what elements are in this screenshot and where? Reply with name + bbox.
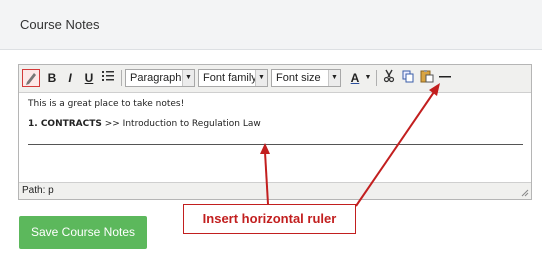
underline-button[interactable]: U — [80, 69, 98, 87]
chevron-down-icon: ▼ — [255, 70, 267, 86]
toolbar-separator — [376, 70, 377, 86]
content-line: This is a great place to take notes! — [28, 99, 185, 109]
paste-icon[interactable] — [418, 69, 436, 87]
status-path: Path: p — [22, 185, 54, 196]
chevron-down-icon: ▼ — [182, 70, 194, 86]
content-line: 1. CONTRACTS >> Introduction to Regulati… — [28, 119, 261, 129]
bullet-list-icon[interactable] — [99, 69, 117, 87]
cut-icon[interactable] — [380, 69, 398, 87]
editor-toolbar: B I U Paragraph ▼ Font family ▼ Font siz… — [19, 65, 531, 93]
font-color-button[interactable]: A — [345, 69, 365, 87]
resize-handle-icon[interactable] — [519, 187, 529, 197]
font-family-select[interactable]: Font family ▼ — [198, 69, 268, 87]
font-color-letter: A — [350, 71, 360, 85]
rich-text-editor: B I U Paragraph ▼ Font family ▼ Font siz… — [18, 64, 532, 200]
chevron-down-icon: ▼ — [328, 70, 340, 86]
panel-title: Course Notes — [20, 17, 100, 32]
format-select-label: Paragraph — [130, 72, 182, 84]
horizontal-rule — [28, 144, 523, 145]
panel-header: Course Notes — [0, 0, 542, 50]
copy-icon[interactable] — [399, 69, 417, 87]
toolbar-separator — [121, 70, 122, 86]
font-family-select-label: Font family — [203, 72, 257, 84]
format-select[interactable]: Paragraph ▼ — [125, 69, 195, 87]
font-size-select[interactable]: Font size ▼ — [271, 69, 341, 87]
annotation-callout: Insert horizontal ruler — [183, 204, 356, 234]
pencil-icon[interactable] — [22, 69, 40, 87]
content-text: >> Introduction to Regulation Law — [101, 119, 261, 129]
content-bold-text: 1. CONTRACTS — [28, 119, 102, 129]
font-color-dropdown-icon[interactable]: ▼ — [363, 69, 373, 87]
save-course-notes-button[interactable]: Save Course Notes — [19, 216, 147, 249]
horizontal-rule-icon[interactable] — [436, 69, 454, 87]
font-size-select-label: Font size — [276, 72, 321, 84]
editor-statusbar: Path: p — [19, 182, 531, 199]
italic-button[interactable]: I — [61, 69, 79, 87]
editor-content[interactable]: This is a great place to take notes! 1. … — [19, 93, 531, 179]
bold-button[interactable]: B — [43, 69, 61, 87]
